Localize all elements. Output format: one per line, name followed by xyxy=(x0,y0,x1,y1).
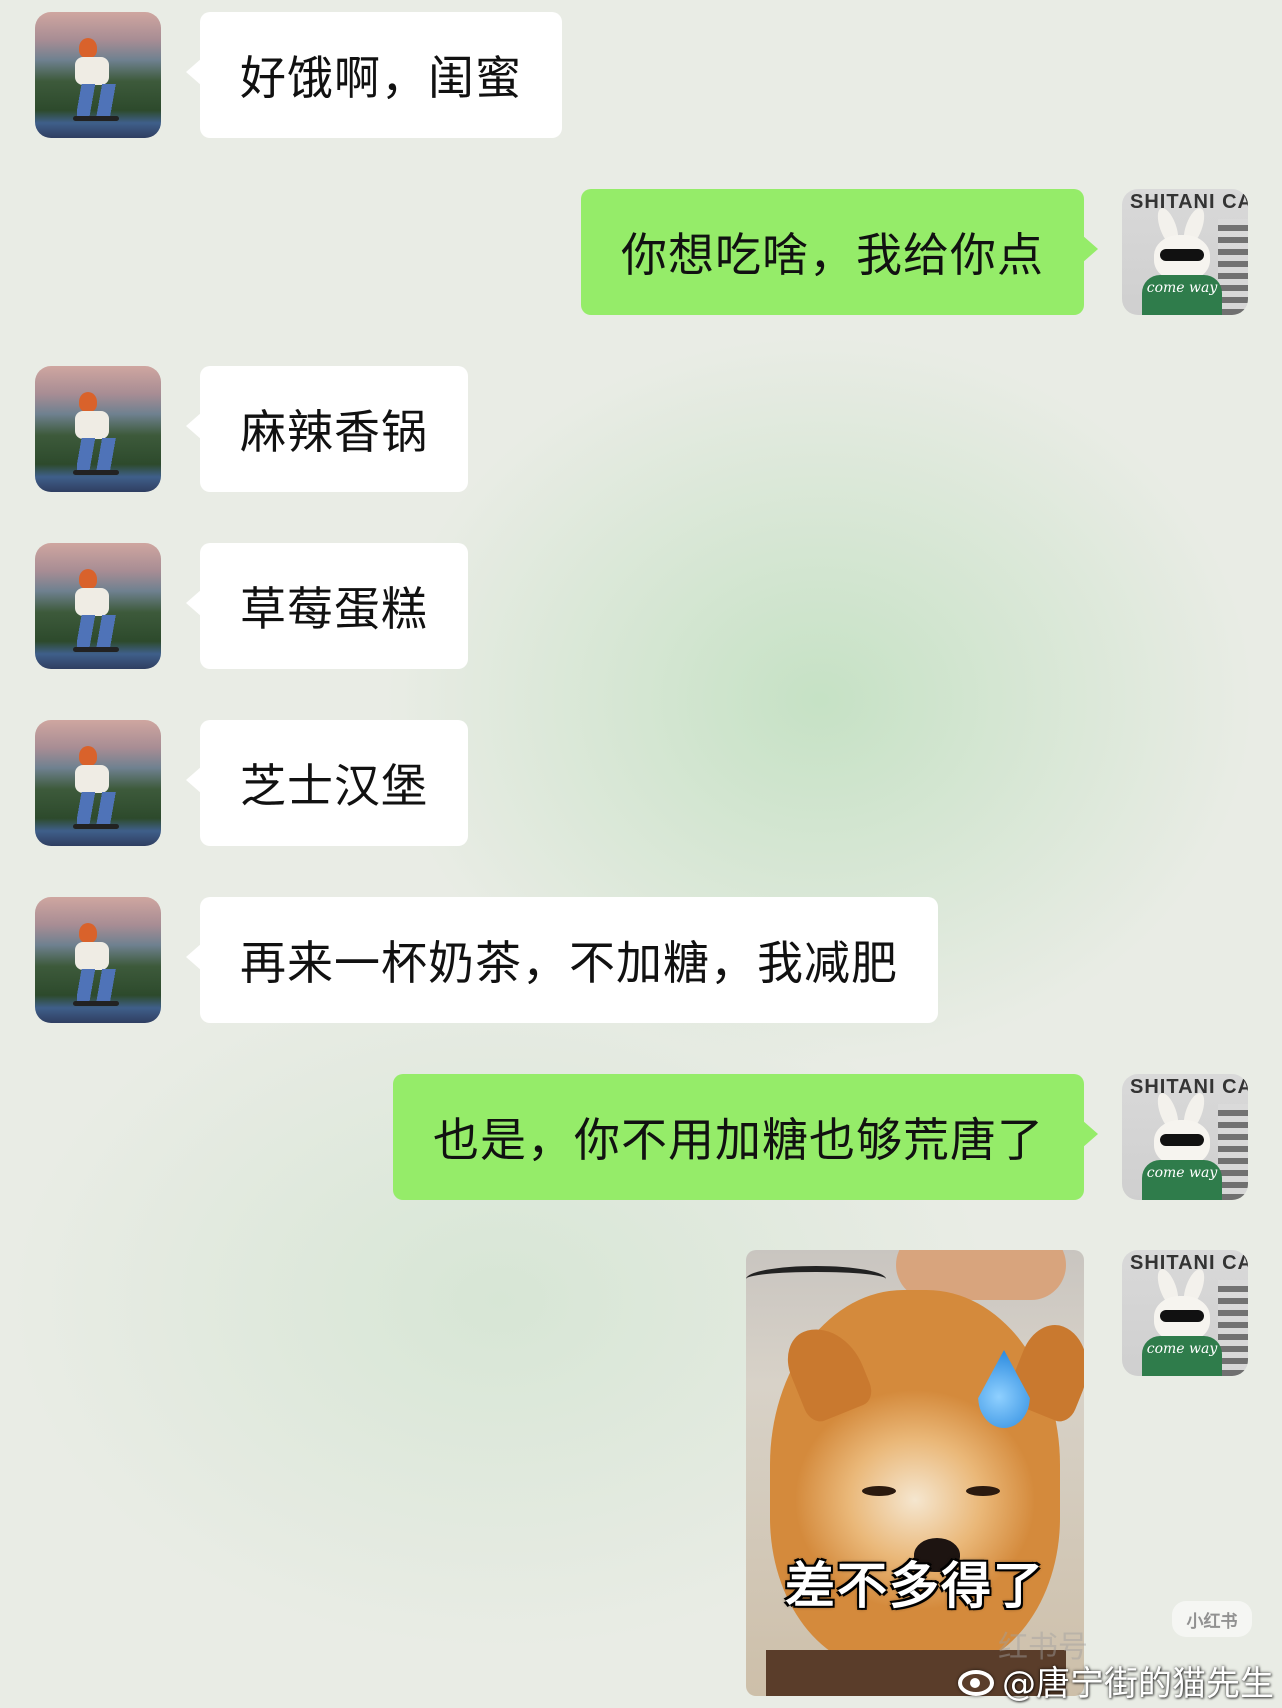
friend-avatar[interactable] xyxy=(35,12,161,138)
skateboard-icon xyxy=(73,470,119,475)
message-row: 麻辣香锅 xyxy=(0,366,1282,492)
weibo-watermark: @唐宁街的猫先生 xyxy=(956,1656,1274,1705)
message-text: 好饿啊，闺蜜 xyxy=(240,51,522,105)
friend-avatar[interactable] xyxy=(35,897,161,1023)
message-row: 草莓蛋糕 xyxy=(0,543,1282,669)
skateboard-icon xyxy=(73,824,119,829)
message-bubble[interactable]: 芝士汉堡 xyxy=(186,720,468,846)
my-avatar[interactable]: SHITANI CA come way xyxy=(1122,189,1248,315)
avatar-shirt: come way xyxy=(1142,275,1222,315)
message-text: 草莓蛋糕 xyxy=(240,582,428,636)
message-row: 好饿啊，闺蜜 xyxy=(0,12,1282,138)
sunglasses-icon xyxy=(1160,249,1204,261)
message-bubble[interactable]: 好饿啊，闺蜜 xyxy=(186,12,562,138)
message-text: 芝士汉堡 xyxy=(240,759,428,813)
friend-avatar[interactable] xyxy=(35,366,161,492)
message-bubble[interactable]: 你想吃啥，我给你点 xyxy=(581,189,1098,315)
message-text: 麻辣香锅 xyxy=(240,405,428,459)
message-row: 你想吃啥，我给你点 SHITANI CA come way xyxy=(0,189,1282,315)
my-avatar[interactable]: SHITANI CA come way xyxy=(1122,1074,1248,1200)
sunglasses-icon xyxy=(1160,1310,1204,1322)
skateboard-icon xyxy=(73,1001,119,1006)
message-text: 再来一杯奶茶，不加糖，我减肥 xyxy=(240,936,898,990)
message-text: 也是，你不用加糖也够荒唐了 xyxy=(433,1113,1044,1167)
sunglasses-icon xyxy=(1160,1134,1204,1146)
message-bubble[interactable]: 草莓蛋糕 xyxy=(186,543,468,669)
message-row: 再来一杯奶茶，不加糖，我减肥 xyxy=(0,897,1282,1023)
message-row: 也是，你不用加糖也够荒唐了 SHITANI CA come way xyxy=(0,1074,1282,1200)
sticker-caption: 差不多得了 xyxy=(785,1557,1045,1615)
message-bubble[interactable]: 麻辣香锅 xyxy=(186,366,468,492)
avatar-sign: SHITANI CA xyxy=(1130,191,1248,213)
message-row: 芝士汉堡 xyxy=(0,720,1282,846)
message-bubble[interactable]: 再来一杯奶茶，不加糖，我减肥 xyxy=(186,897,938,1023)
xiaohongshu-logo: 小红书 xyxy=(1172,1601,1252,1637)
avatar-figure xyxy=(79,38,97,58)
message-bubble[interactable]: 也是，你不用加糖也够荒唐了 xyxy=(393,1074,1098,1200)
weibo-handle: @唐宁街的猫先生 xyxy=(1002,1664,1274,1704)
message-text: 你想吃啥，我给你点 xyxy=(621,228,1044,282)
friend-avatar[interactable] xyxy=(35,720,161,846)
friend-avatar[interactable] xyxy=(35,543,161,669)
skateboard-icon xyxy=(73,647,119,652)
weibo-icon xyxy=(956,1664,998,1698)
my-avatar[interactable]: SHITANI CA come way xyxy=(1122,1250,1248,1376)
skateboard-icon xyxy=(73,116,119,121)
